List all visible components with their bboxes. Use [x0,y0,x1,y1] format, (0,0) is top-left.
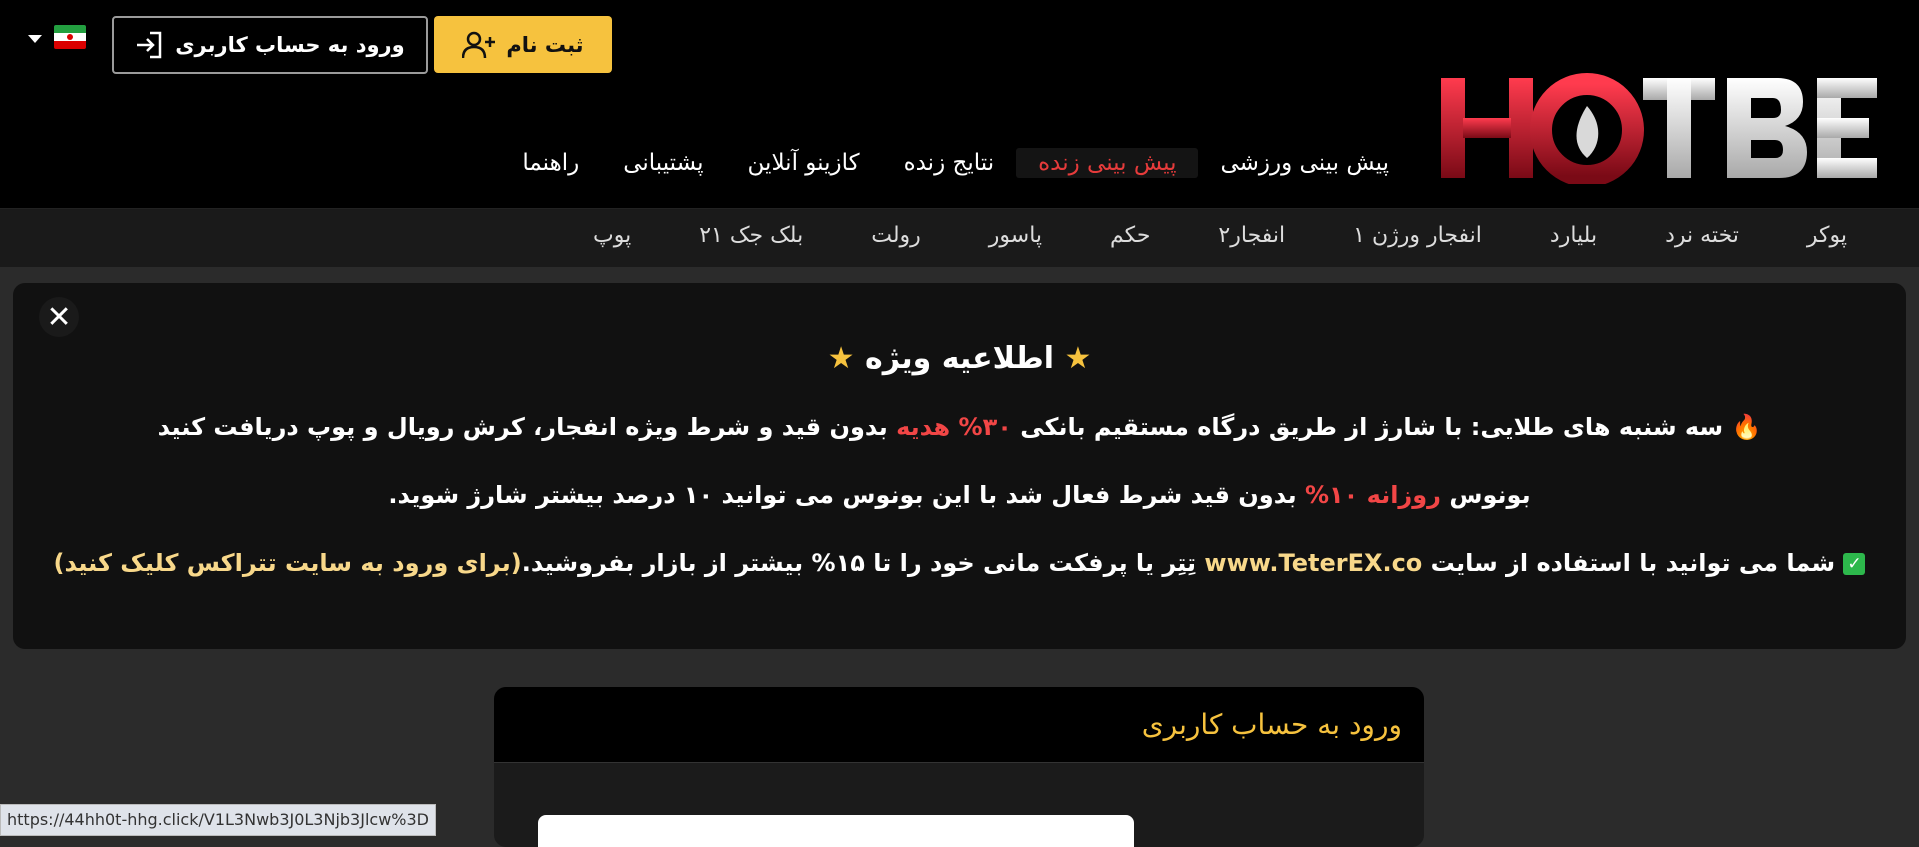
nav-online-casino[interactable]: کازینو آنلاین [726,148,882,178]
login-card: ورود به حساب کاربری [494,687,1424,847]
subnav-roulette[interactable]: رولت [837,219,955,252]
notice-title: ★ اطلاعیه ویژه ★ [827,341,1092,376]
login-card-title: ورود به حساب کاربری [494,687,1424,763]
language-dropdown-caret-icon[interactable] [28,35,42,43]
register-button[interactable]: ثبت نام [434,16,612,73]
user-plus-icon [462,31,496,58]
star-icon: ★ [1064,341,1092,376]
subnav-blackjack[interactable]: بلک جک ۲۱ [665,219,837,252]
nav-sports-betting[interactable]: پیش بینی ورزشی [1198,148,1411,178]
special-notice-banner: ✕ ★ اطلاعیه ویژه ★ 🔥 سه شنبه های طلایی: … [13,283,1906,649]
site-header: پیش بینی ورزشی پیش بینی زنده نتایج زنده … [0,0,1919,209]
subnav-backgammon[interactable]: تخته نرد [1631,219,1773,252]
iran-flag-icon[interactable] [54,25,86,49]
close-icon[interactable]: ✕ [39,297,79,337]
nav-support[interactable]: پشتیبانی [601,148,725,178]
browser-status-url: https://44hh0t-hhg.click/V1L3Nwb3J0L3Njb… [0,804,436,836]
notice-line-teterex: ✓ شما می توانید با استفاده از سایت www.T… [13,549,1906,577]
nav-live-results[interactable]: نتایج زنده [882,148,1017,178]
nav-help[interactable]: راهنما [500,148,601,178]
hotbet-logo[interactable] [1437,72,1887,187]
nav-live-betting[interactable]: پیش بینی زنده [1016,148,1199,178]
logo-graphic [1441,73,1877,187]
notice-line-golden-tuesday: 🔥 سه شنبه های طلایی: با شارژ از طریق درگ… [157,413,1762,441]
subnav-pasur[interactable]: پاسور [955,219,1076,252]
fire-icon: 🔥 [1731,413,1762,441]
subnav-billiards[interactable]: بلیارد [1516,219,1631,252]
subnav-crash-v1[interactable]: انفجار ورژن ۱ [1319,219,1516,252]
register-label: ثبت نام [506,32,584,57]
subnav-crash-2[interactable]: انفجار۲ [1184,219,1319,252]
sign-in-icon [137,31,162,59]
teterex-site-link[interactable]: www.TeterEX.co [1204,549,1422,577]
login-button[interactable]: ورود به حساب کاربری [112,16,428,74]
main-nav: پیش بینی ورزشی پیش بینی زنده نتایج زنده … [500,148,1411,178]
login-label: ورود به حساب کاربری [175,33,405,57]
subnav-pop[interactable]: پوپ [559,219,665,252]
notice-line-daily-bonus: بونوس روزانه ۱۰% بدون قید شرط فعال شد با… [388,481,1531,509]
games-subnav: پوکر تخته نرد بلیارد انفجار ورژن ۱ انفجا… [0,209,1919,267]
teterex-click-link[interactable]: (برای ورود به سایت تتراکس کلیک کنید) [54,549,522,577]
star-icon: ★ [827,341,855,376]
check-icon: ✓ [1843,553,1866,575]
subnav-poker[interactable]: پوکر [1773,219,1881,252]
subnav-hokm[interactable]: حکم [1076,219,1184,252]
username-input[interactable] [538,815,1134,847]
